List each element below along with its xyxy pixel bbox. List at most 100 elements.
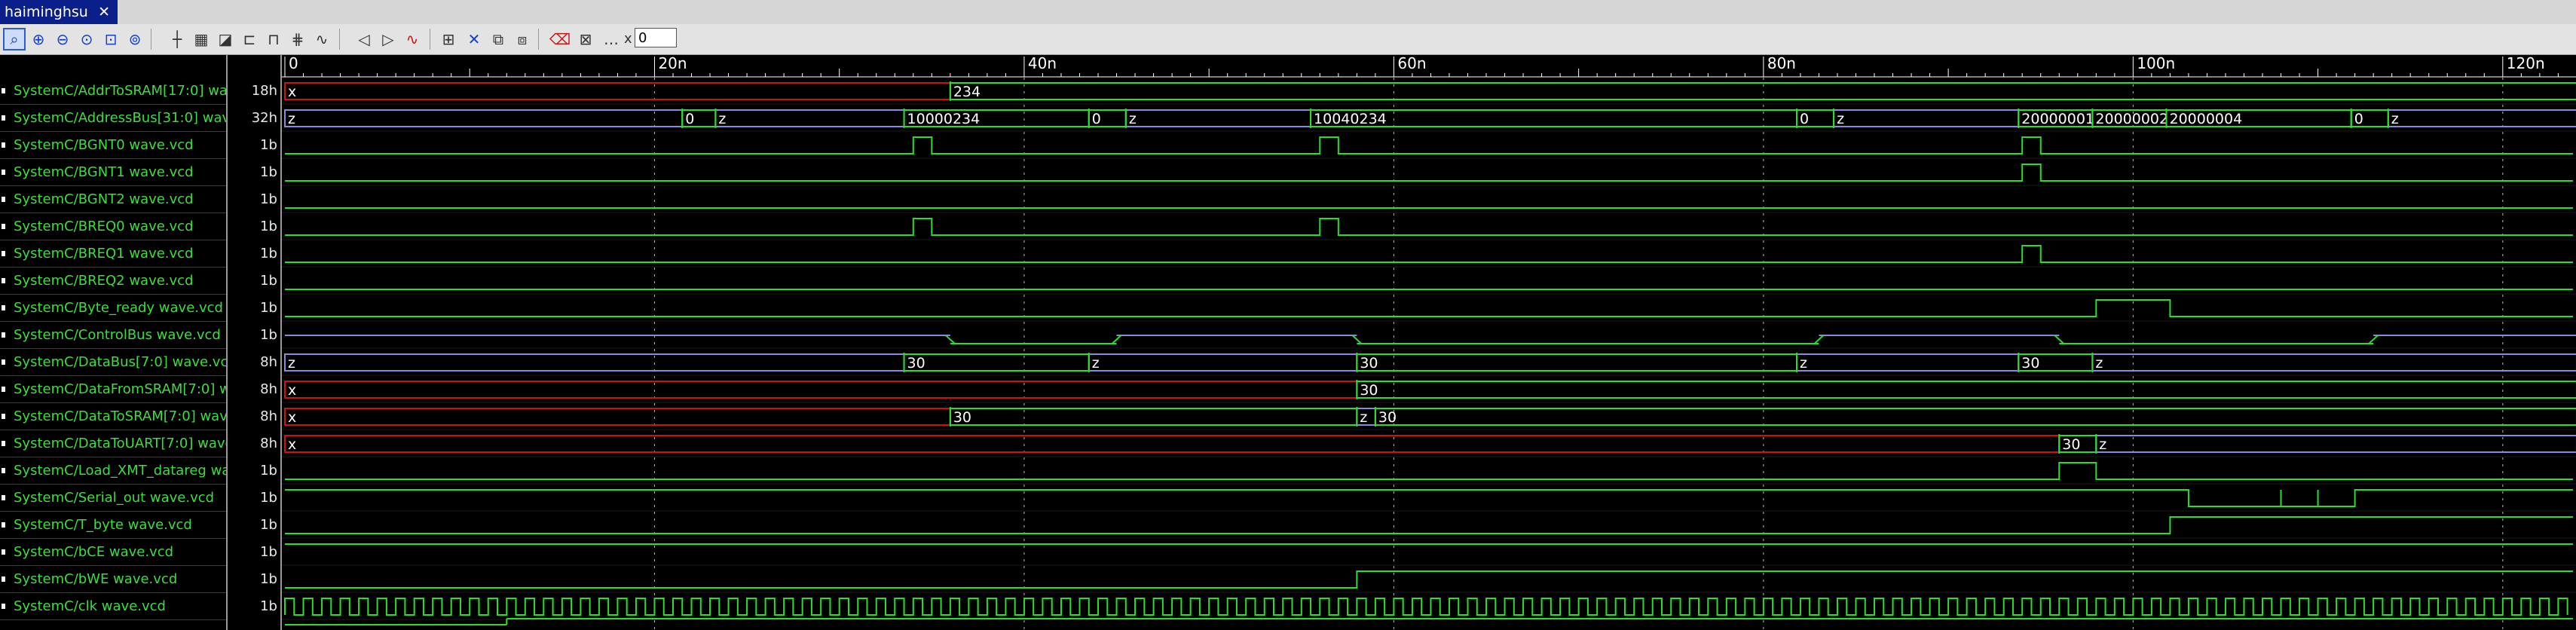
signal-name-label: SystemC/BREQ1 wave.vcd	[14, 246, 194, 261]
select-all-icon[interactable]: ⊞	[437, 28, 460, 50]
signal-name[interactable]: SystemC/Load_XMT_datareg wave.vcd	[0, 457, 226, 485]
tab-title: haiminghsu	[5, 4, 88, 20]
expand-icon[interactable]	[2, 88, 5, 93]
bus-segment-value	[1356, 353, 1798, 372]
expand-icon[interactable]	[2, 170, 5, 175]
title-bar: haiminghsu ✕	[0, 0, 2576, 25]
signal-name[interactable]: SystemC/BGNT2 wave.vcd	[0, 186, 194, 213]
zoom-actual-icon[interactable]: ⊚	[124, 28, 146, 50]
expand-icon[interactable]	[2, 251, 5, 256]
bus-segment-value	[949, 408, 1358, 426]
bus-value-label: 10000234	[907, 111, 981, 127]
next-edge-icon[interactable]: ▷	[377, 28, 399, 50]
signal-name[interactable]: SystemC/Byte_ready wave.vcd	[0, 295, 223, 322]
bus-value-label: z	[288, 355, 295, 372]
expand-icon[interactable]	[2, 359, 5, 365]
signal-name-label: SystemC/BGNT0 wave.vcd	[14, 137, 194, 153]
expand-icon[interactable]	[2, 441, 5, 446]
expand-icon[interactable]	[2, 142, 5, 148]
table-icon[interactable]: ▦	[190, 28, 213, 50]
signal-name[interactable]: SystemC/T_byte wave.vcd	[0, 512, 192, 539]
signal-width: 1b	[260, 273, 277, 289]
signal-name[interactable]: SystemC/Serial_out wave.vcd	[0, 485, 214, 512]
signal-width: 18h	[251, 83, 277, 99]
bus-segment-value	[1356, 381, 2576, 399]
signal-name[interactable]: SystemC/BGNT1 wave.vcd	[0, 159, 194, 186]
signal-name[interactable]: SystemC/DataFromSRAM[7:0] wave.vcd	[0, 376, 226, 403]
marker-icon[interactable]: ∿	[401, 28, 424, 50]
waveform-canvas[interactable]: 0 20n 40n 60n 80n 100n 120n x 234 z 0 z 10000234 0 z 10…	[282, 55, 2576, 630]
expand-icon[interactable]	[2, 468, 5, 473]
bus-value-label: x	[288, 382, 296, 399]
signal-name[interactable]: SystemC/AddrToSRAM[17:0] wave.vcd	[0, 78, 226, 105]
copy-icon[interactable]: ⧉	[487, 28, 509, 50]
row-divider	[0, 619, 226, 620]
bus-segment-x	[284, 435, 2060, 453]
expand-icon[interactable]	[2, 197, 5, 202]
bus-segment-z	[1124, 109, 1312, 127]
signal-width: 8h	[260, 354, 277, 370]
expand-icon[interactable]	[2, 332, 5, 338]
expand-icon[interactable]	[2, 115, 5, 121]
expand-icon[interactable]	[2, 224, 5, 229]
zoom-full-icon[interactable]: ⊙	[75, 28, 98, 50]
signal-name[interactable]: SystemC/ControlBus wave.vcd	[0, 322, 221, 349]
expand-icon[interactable]	[2, 495, 5, 500]
signal-name[interactable]: SystemC/BREQ0 wave.vcd	[0, 213, 194, 240]
signal-name[interactable]: SystemC/BGNT0 wave.vcd	[0, 132, 194, 159]
pulse-icon[interactable]: ⊓	[262, 28, 285, 50]
clock-trace	[284, 598, 2568, 616]
zoom-in-icon[interactable]: ⊕	[27, 28, 50, 50]
expand-icon[interactable]	[2, 576, 5, 582]
waveform-icon[interactable]: ∿	[311, 28, 333, 50]
expand-icon[interactable]	[2, 278, 5, 283]
signal-name[interactable]: SystemC/clk wave.vcd	[0, 593, 166, 620]
bus-segment-x	[284, 381, 1358, 399]
expand-icon[interactable]	[2, 387, 5, 392]
zoom-out-icon[interactable]: ⊖	[51, 28, 74, 50]
signal-name[interactable]: SystemC/bWE wave.vcd	[0, 566, 177, 593]
signal-width: 32h	[251, 110, 277, 126]
signal-name-label: SystemC/AddressBus[31:0] wave.vcd	[14, 110, 226, 126]
tab-haiminghsu[interactable]: haiminghsu ✕	[0, 0, 118, 24]
expand-icon[interactable]	[2, 604, 5, 609]
grid-icon[interactable]: ⋕	[286, 28, 309, 50]
signal-name-label: SystemC/DataToUART[7:0] wave.vcd	[14, 436, 226, 451]
zoom-fit-icon[interactable]: ⌕	[3, 28, 26, 50]
signal-name-label: SystemC/DataToSRAM[7:0] wave.vcd	[14, 408, 226, 424]
signal-name[interactable]: SystemC/bCE wave.vcd	[0, 539, 173, 566]
delete-icon[interactable]: ✕	[463, 28, 485, 50]
analog-icon[interactable]: ◪	[214, 28, 237, 50]
bus-segment-z	[1796, 353, 2020, 372]
x-coordinate-input[interactable]	[635, 28, 677, 47]
bit-trace	[285, 136, 2573, 154]
time-axis-label: 60n	[1397, 55, 1426, 72]
edge-icon[interactable]: ⊏	[238, 28, 261, 50]
prev-edge-icon[interactable]: ◁	[353, 28, 375, 50]
signal-name-label: SystemC/T_byte wave.vcd	[14, 517, 192, 533]
expand-icon[interactable]	[2, 522, 5, 528]
eraser-icon[interactable]: ⌫	[549, 28, 571, 50]
signal-name[interactable]: SystemC/BREQ2 wave.vcd	[0, 268, 194, 295]
signal-name[interactable]: SystemC/DataToUART[7:0] wave.vcd	[0, 430, 226, 457]
bus-value-label: 0	[685, 111, 694, 127]
paste-icon[interactable]: ⧈	[511, 28, 534, 50]
zoom-selection-icon[interactable]: ⊡	[99, 28, 122, 50]
signal-name-label: SystemC/bWE wave.vcd	[14, 571, 178, 587]
cursor-icon[interactable]: ┼	[166, 28, 188, 50]
close-icon[interactable]: ✕	[98, 0, 110, 24]
dots-icon[interactable]: …	[600, 28, 623, 50]
bus-value-label: z	[1129, 111, 1137, 127]
expand-icon[interactable]	[2, 414, 5, 419]
signal-width: 1b	[260, 219, 277, 234]
bus-segment-z	[284, 353, 905, 372]
expand-icon[interactable]	[2, 549, 5, 555]
group-icon[interactable]: ⊠	[574, 28, 597, 50]
signal-name[interactable]: SystemC/DataToSRAM[7:0] wave.vcd	[0, 403, 226, 430]
signal-name[interactable]: SystemC/BREQ1 wave.vcd	[0, 240, 194, 268]
signal-name-label: SystemC/DataFromSRAM[7:0] wave.vcd	[14, 381, 226, 397]
signal-name[interactable]: SystemC/DataBus[7:0] wave.vcd	[0, 349, 226, 376]
expand-icon[interactable]	[2, 305, 5, 310]
bus-value-label: 10040234	[1314, 111, 1387, 127]
signal-name[interactable]: SystemC/AddressBus[31:0] wave.vcd	[0, 105, 226, 132]
